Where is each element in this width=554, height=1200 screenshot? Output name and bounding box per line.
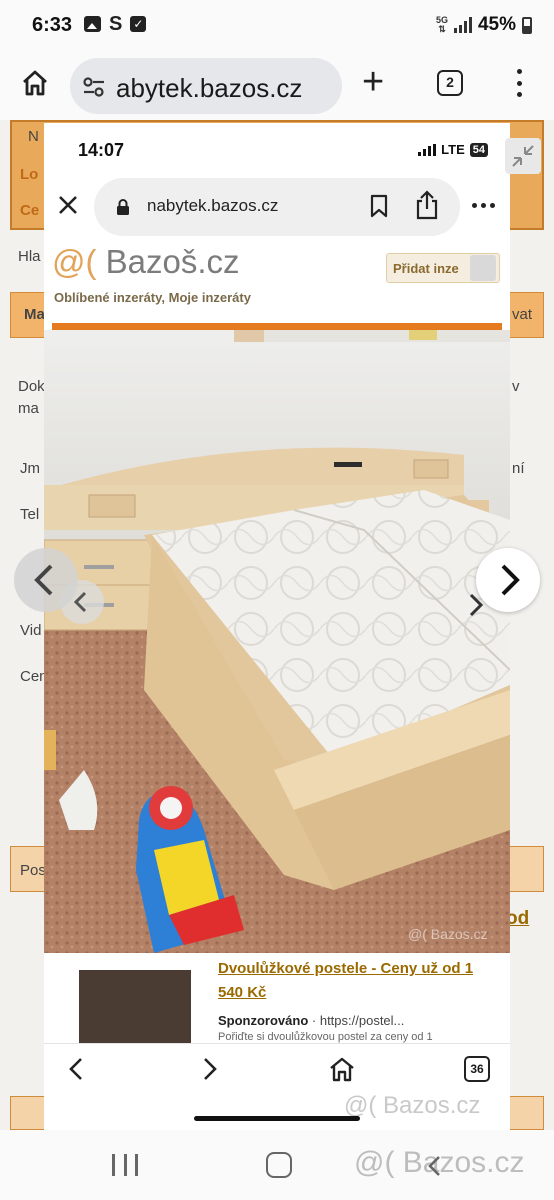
bed-photo-image [44, 330, 510, 953]
checkbox-icon: ✓ [130, 16, 147, 32]
inner-page-header: @( Bazoš.cz Oblíbené inzeráty, Moje inze… [44, 239, 510, 331]
inner-tab-switcher[interactable]: 36 [464, 1056, 490, 1082]
close-icon[interactable] [56, 193, 80, 217]
network-label: LTE [441, 142, 465, 157]
browser-menu-icon[interactable] [512, 66, 526, 100]
recents-icon[interactable] [112, 1154, 138, 1176]
previous-photo-button[interactable] [14, 548, 78, 612]
ad-sponsored-label: Sponzorováno [218, 1013, 309, 1028]
more-icon[interactable] [472, 203, 495, 208]
bg-fragment: Pos [20, 862, 46, 879]
logo-text: Bazoš.cz [105, 243, 240, 280]
ad-thumbnail[interactable] [79, 970, 191, 1043]
status-time: 6:33 [32, 14, 73, 36]
bg-fragment: Hla [18, 248, 41, 265]
listing-photo[interactable]: @( Bazos.cz [44, 330, 510, 953]
battery-icon [522, 16, 532, 34]
network-label: 5G [435, 15, 448, 25]
s-app-icon: S [109, 13, 123, 35]
favorites-link[interactable]: Oblíbené inzeráty, Moje inzeráty [54, 290, 251, 305]
share-icon[interactable] [414, 190, 440, 220]
bg-fragment: ní [512, 460, 525, 477]
ad-sponsor-line: Sponzorováno · https://postel... [218, 1013, 405, 1028]
bg-fragment: ma [18, 400, 39, 417]
system-back-icon[interactable] [424, 1154, 446, 1178]
bookmark-icon[interactable] [368, 194, 390, 218]
photo-watermark: @( Bazos.cz [408, 926, 488, 942]
status-system-icons: 5G ⇅ 45% [436, 14, 532, 36]
network-5g-icon: 5G ⇅ [435, 15, 448, 34]
inner-status-icons: LTE 54 [418, 142, 488, 157]
signal-icon [418, 143, 437, 156]
home-icon[interactable] [20, 68, 50, 98]
bg-fragment: Jm [20, 460, 40, 477]
tab-switcher-button[interactable]: 2 [437, 70, 463, 96]
new-tab-button[interactable]: + [362, 62, 384, 102]
bg-fragment: v [512, 378, 520, 395]
home-icon[interactable] [328, 1056, 356, 1082]
bg-fragment: Dok [18, 378, 45, 395]
bottom-watermark: @( Bazos.cz [344, 1092, 481, 1119]
embedded-screenshot: 14:07 LTE 54 nabytek.bazos.cz @(Bazoš.c… [44, 123, 510, 1130]
inner-next-arrow-icon [469, 593, 484, 617]
url-text: abytek.bazos.cz [116, 73, 303, 103]
battery-percent: 45% [477, 14, 516, 35]
logo-symbol: @( [52, 243, 97, 280]
ad-title-link[interactable]: Dvoulůžkové postele - Ceny už od 1 540 K… [218, 957, 498, 1005]
inner-status-bar: 14:07 LTE 54 [44, 123, 510, 175]
battery-icon: 54 [469, 142, 488, 157]
browser-toolbar: abytek.bazos.cz + 2 [0, 52, 554, 120]
address-bar[interactable]: abytek.bazos.cz [70, 58, 342, 114]
status-notification-icons: S ✓ [84, 13, 147, 35]
forward-icon[interactable] [198, 1056, 222, 1082]
bazos-logo[interactable]: @( Bazoš.cz [52, 243, 240, 281]
expand-icon[interactable] [470, 255, 496, 281]
home-indicator [194, 1116, 360, 1121]
bg-fragment: vat [512, 306, 533, 323]
bg-fragment: N [28, 128, 39, 145]
site-settings-icon[interactable] [82, 76, 106, 98]
lock-icon [117, 199, 129, 215]
system-home-icon[interactable] [266, 1152, 292, 1178]
related-ad: Dvoulůžkové postele - Ceny už od 1 540 K… [44, 953, 510, 1043]
bg-fragment: Tel [20, 506, 40, 523]
inner-status-time: 14:07 [78, 140, 125, 160]
status-bar: 6:33 S ✓ 5G ⇅ 45% [0, 0, 554, 52]
bg-fragment: Lo [20, 166, 39, 183]
ad-description: Pořiďte si dvoulůžkovou postel za ceny o… [218, 1031, 433, 1043]
inner-browser-toolbar: nabytek.bazos.cz [44, 175, 510, 239]
system-navigation-bar: @( Bazos.cz [0, 1130, 554, 1200]
bg-fragment: Vid [20, 622, 42, 639]
collapse-icon[interactable] [505, 138, 541, 174]
inner-url-text: nabytek.bazos.cz [147, 196, 279, 215]
inner-bottom-nav: 36 @( Bazos.cz [44, 1043, 510, 1130]
back-icon[interactable] [64, 1056, 88, 1082]
inner-address-bar[interactable]: nabytek.bazos.cz [94, 178, 460, 236]
bg-fragment: Ma [24, 306, 45, 323]
gallery-icon [84, 16, 101, 32]
ad-url[interactable]: https://postel... [320, 1013, 405, 1028]
signal-icon [453, 17, 472, 33]
bg-fragment: Ce [20, 202, 40, 219]
